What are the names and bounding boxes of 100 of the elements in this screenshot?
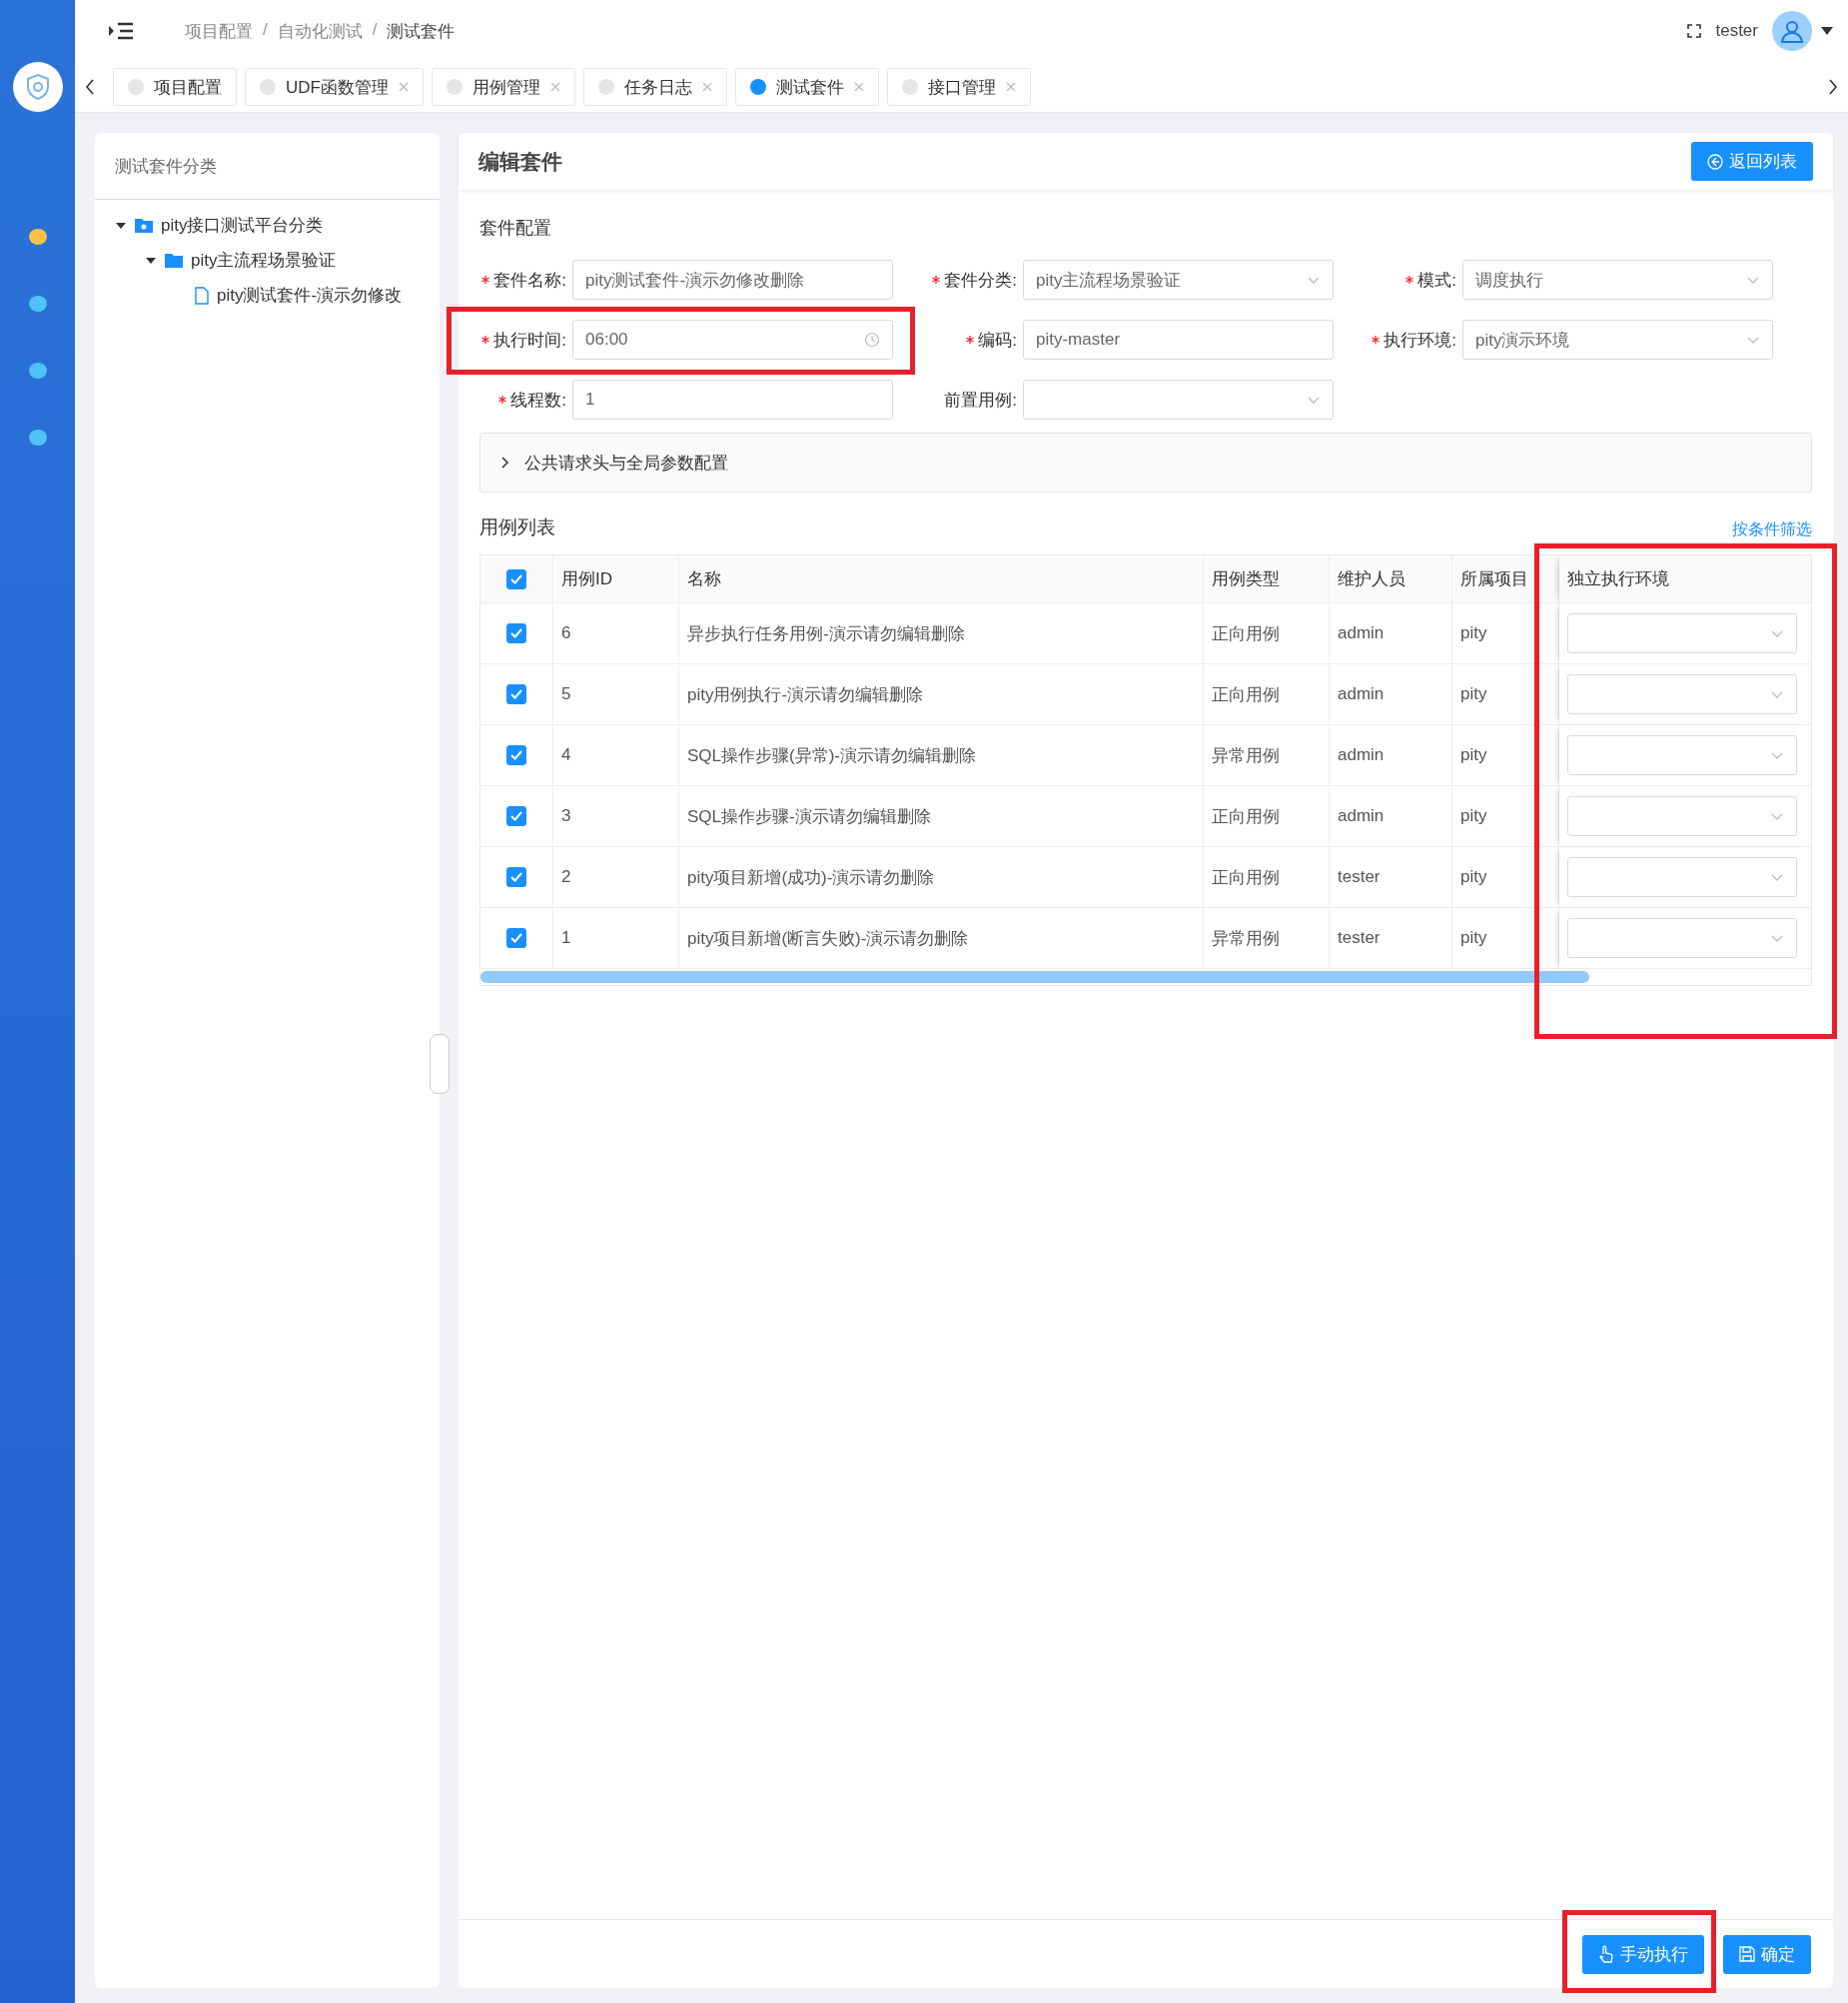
tree-node[interactable]: pity接口测试平台分类: [161, 214, 324, 237]
scrollbar-thumb[interactable]: [480, 971, 1589, 983]
user-name[interactable]: tester: [1715, 21, 1758, 41]
select-field[interactable]: pity演示环境: [1462, 320, 1773, 360]
checkbox[interactable]: [506, 806, 526, 826]
close-icon[interactable]: [1005, 82, 1016, 92]
tab[interactable]: 用例管理: [431, 68, 575, 106]
breadcrumb-item[interactable]: 自动化测试: [277, 19, 363, 43]
checkbox[interactable]: [506, 867, 526, 887]
close-icon[interactable]: [853, 82, 864, 92]
table-cell: admin: [1338, 623, 1385, 643]
breadcrumb-item[interactable]: 项目配置: [185, 19, 253, 43]
menu-icon[interactable]: [109, 21, 133, 41]
column-header: 用例类型: [1212, 568, 1280, 590]
table-cell-text: pity用例执行-演示请勿编辑删除: [687, 683, 924, 706]
check-icon: [510, 872, 522, 882]
check-icon: [510, 573, 522, 584]
select-field[interactable]: 调度执行: [1462, 260, 1773, 300]
table-cell-text: pity项目新增(断言失败)-演示请勿删除: [687, 927, 969, 950]
select-field[interactable]: [1567, 857, 1797, 897]
checkbox[interactable]: [506, 568, 526, 589]
table-cell-text: SQL操作步骤(异常)-演示请勿编辑删除: [687, 744, 976, 767]
tab[interactable]: 项目配置: [113, 68, 237, 106]
check-icon: [510, 750, 522, 760]
input-field[interactable]: 1: [572, 380, 893, 420]
table-cell: 6: [561, 623, 571, 643]
table-cell: pity: [1460, 867, 1487, 887]
select-field[interactable]: [1567, 796, 1797, 836]
nav-dot-icon[interactable]: [28, 229, 47, 245]
time-field[interactable]: 06:00: [572, 320, 893, 360]
nav-dot-icon[interactable]: [28, 430, 47, 446]
section-title: 套件配置: [479, 217, 552, 240]
filter-link[interactable]: 按条件筛选: [1732, 519, 1812, 540]
select-field[interactable]: pity主流程场景验证: [1023, 260, 1334, 300]
field-label: 编码:: [978, 329, 1018, 352]
check-icon: [510, 628, 522, 638]
chevron-right-icon[interactable]: [1828, 79, 1838, 95]
check-icon: [510, 689, 522, 699]
tree-node[interactable]: pity测试套件-演示勿修改: [217, 284, 403, 307]
table-cell: pity: [1460, 928, 1487, 948]
select-field[interactable]: [1567, 674, 1797, 714]
save-icon: [1739, 1946, 1755, 1962]
field-label: 套件分类:: [944, 269, 1018, 292]
checkbox[interactable]: [506, 745, 526, 765]
table-cell: tester: [1338, 867, 1381, 887]
checkbox[interactable]: [506, 623, 526, 643]
input-field[interactable]: pity-master: [1023, 320, 1334, 360]
checkbox[interactable]: [506, 928, 526, 948]
fullscreen-icon[interactable]: [1687, 24, 1702, 38]
save-button[interactable]: 确定: [1723, 1934, 1811, 1974]
field-label: 执行环境:: [1384, 329, 1457, 352]
folder-icon: [165, 253, 183, 268]
table-cell-text: 异步执行任务用例-演示请勿编辑删除: [687, 622, 965, 645]
chevron-left-icon[interactable]: [85, 79, 95, 95]
collapse-panel[interactable]: 公共请求头与全局参数配置: [479, 433, 1812, 493]
breadcrumb-item: 测试套件: [387, 20, 456, 43]
table-cell: admin: [1338, 806, 1385, 826]
select-field[interactable]: [1567, 735, 1797, 775]
table-cell: 2: [561, 867, 571, 887]
tab[interactable]: UDF函数管理: [245, 68, 424, 106]
field-label: 套件名称:: [493, 269, 567, 292]
close-icon[interactable]: [398, 82, 409, 92]
table-cell-text: 正向用例: [1212, 805, 1280, 828]
table-cell-text: 正向用例: [1212, 866, 1280, 889]
table-cell-text: SQL操作步骤-演示请勿编辑删除: [687, 805, 931, 828]
resize-handle[interactable]: [430, 1034, 450, 1094]
checkbox[interactable]: [506, 684, 526, 704]
select-field[interactable]: [1567, 918, 1797, 958]
field-label: 执行时间:: [493, 329, 567, 352]
close-icon[interactable]: [549, 82, 560, 92]
table-cell: pity: [1460, 745, 1487, 765]
table-cell-text: 正向用例: [1212, 622, 1280, 645]
nav-dot-icon[interactable]: [28, 363, 47, 379]
table-cell: 1: [561, 928, 571, 948]
file-icon: [195, 286, 209, 305]
tree-node[interactable]: pity主流程场景验证: [191, 249, 337, 272]
table-cell-text: 异常用例: [1212, 927, 1280, 950]
table-cell-text: 异常用例: [1212, 744, 1280, 767]
check-icon: [510, 811, 522, 821]
nav-dot-icon[interactable]: [28, 296, 47, 312]
back-button[interactable]: 返回列表: [1691, 142, 1813, 181]
tab[interactable]: 任务日志: [582, 68, 727, 106]
avatar-icon[interactable]: [1772, 11, 1812, 51]
select-field[interactable]: [1567, 613, 1797, 653]
column-header: 维护人员: [1338, 568, 1405, 590]
logo-icon[interactable]: [12, 62, 63, 112]
select-field[interactable]: [1023, 380, 1334, 420]
table-cell: admin: [1338, 745, 1385, 765]
column-header: 所属项目: [1460, 568, 1528, 590]
panel-label: 公共请求头与全局参数配置: [524, 452, 728, 475]
run-button[interactable]: 手动执行: [1582, 1934, 1704, 1974]
tab[interactable]: 测试套件: [734, 68, 879, 106]
tab[interactable]: 接口管理: [886, 68, 1031, 106]
table-cell-text: pity项目新增(成功)-演示请勿删除: [687, 866, 935, 889]
panel-title: 测试套件分类: [115, 155, 217, 178]
table-cell-text: 正向用例: [1212, 683, 1280, 706]
input-field[interactable]: pity测试套件-演示勿修改删除: [572, 260, 893, 300]
table-cell: pity: [1460, 623, 1487, 643]
close-icon[interactable]: [701, 82, 712, 92]
caret-down-icon[interactable]: [1820, 26, 1834, 36]
